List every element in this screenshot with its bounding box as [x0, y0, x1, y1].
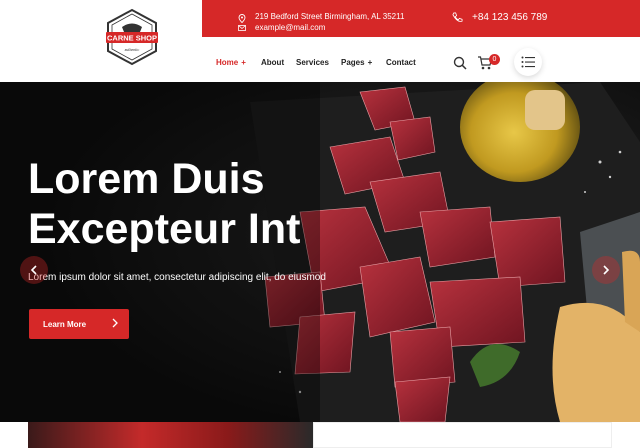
location-icon: [238, 14, 246, 23]
nav-item-pages[interactable]: Pages +: [341, 58, 372, 67]
cart-count-badge: 0: [489, 54, 500, 65]
phone-icon: [452, 12, 463, 22]
nav-item-home[interactable]: Home +: [216, 58, 246, 67]
site-header: CARNE SHOP authentic 219 Bedford Street …: [0, 0, 640, 82]
logo[interactable]: CARNE SHOP authentic: [104, 8, 160, 66]
nav-item-contact[interactable]: Contact: [386, 58, 416, 67]
about-section-preview: [0, 422, 640, 448]
search-icon[interactable]: [453, 56, 467, 70]
hero-subtitle: Lorem ipsum dolor sit amet, consectetur …: [28, 272, 326, 283]
about-card: [313, 422, 612, 448]
contact-bar: 219 Bedford Street Birmingham, AL 35211 …: [202, 0, 640, 37]
chevron-left-icon: [30, 265, 37, 275]
chevron-right-icon: [603, 265, 610, 275]
menu-button[interactable]: [514, 48, 542, 76]
about-image: [28, 422, 313, 448]
mail-icon: [238, 25, 246, 31]
menu-list-icon: [521, 56, 535, 68]
brand-tagline: authentic: [125, 47, 140, 52]
nav-item-services[interactable]: Services: [296, 58, 329, 67]
email-link[interactable]: example@mail.com: [255, 23, 325, 32]
arrow-right-icon: [112, 318, 118, 328]
slider-next-button[interactable]: [592, 256, 620, 284]
brand-name: CARNE SHOP: [107, 34, 157, 43]
phone-number[interactable]: +84 123 456 789: [472, 12, 547, 23]
slider-prev-button[interactable]: [20, 256, 48, 284]
hero-title: Lorem Duis Excepteur Int: [28, 155, 301, 253]
address-text: 219 Bedford Street Birmingham, AL 35211: [255, 12, 405, 21]
hero-slider: Lorem Duis Excepteur Int Lorem ipsum dol…: [0, 82, 640, 422]
nav-item-about[interactable]: About: [261, 58, 284, 67]
learn-more-button[interactable]: Learn More: [29, 309, 129, 339]
